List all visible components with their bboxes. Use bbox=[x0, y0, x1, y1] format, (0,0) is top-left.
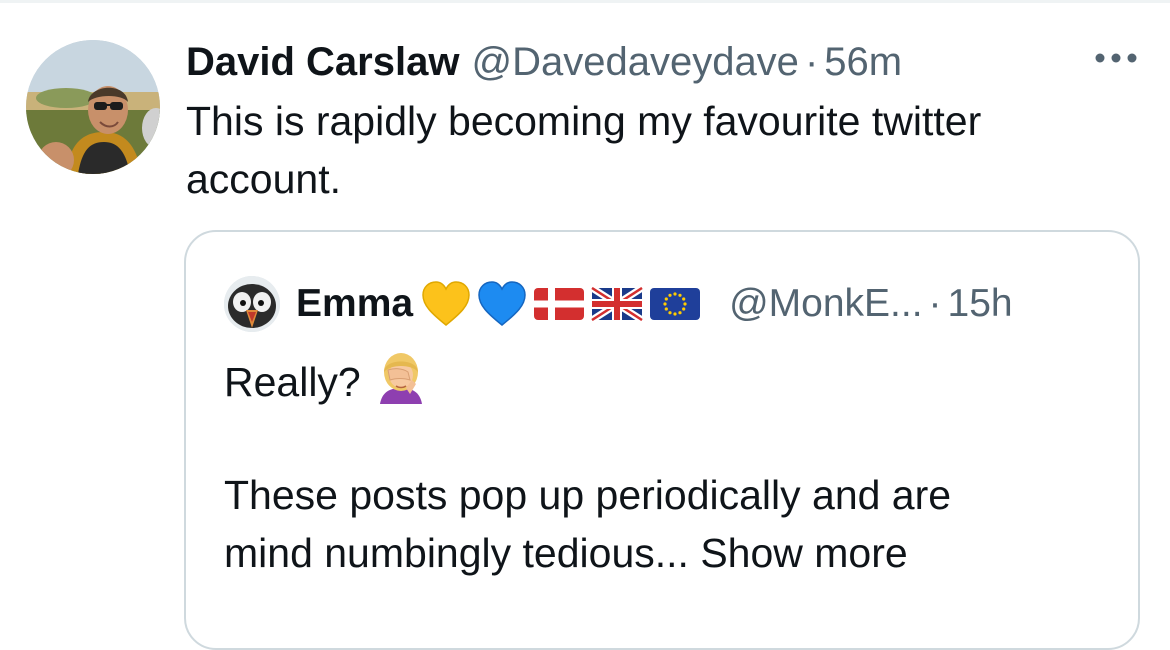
author-avatar[interactable] bbox=[26, 40, 160, 174]
uk-flag-icon bbox=[591, 287, 644, 321]
quoted-header-separator: · bbox=[928, 282, 942, 325]
header-separator: · bbox=[804, 40, 819, 84]
author-handle[interactable]: @Davedaveydave bbox=[471, 38, 798, 86]
quoted-tweet-header: Emma @MonkE... · 15h bbox=[296, 278, 1013, 330]
quoted-tweet-text: Really? These posts pop up periodically … bbox=[224, 350, 1104, 582]
quoted-tweet-card[interactable]: Emma @MonkE... · 15h Really? These posts… bbox=[184, 230, 1140, 650]
quoted-author-avatar[interactable] bbox=[224, 276, 280, 332]
quoted-text-line1: Really? bbox=[224, 359, 361, 405]
tweet-timestamp[interactable]: 56m bbox=[824, 38, 902, 86]
denmark-flag-icon bbox=[533, 287, 585, 321]
quoted-author-handle[interactable]: @MonkE... bbox=[729, 282, 922, 326]
quoted-text-line3: These posts pop up periodically and are bbox=[224, 472, 952, 518]
tweet[interactable]: David Carslaw @Davedaveydave · 56m This … bbox=[0, 0, 1170, 650]
more-horizontal-icon bbox=[1094, 51, 1138, 69]
quoted-text-line: mind numbingly tedious... Show more bbox=[224, 524, 1104, 582]
more-options-button[interactable] bbox=[1086, 40, 1146, 80]
quoted-text-line4: mind numbingly tedious... bbox=[224, 530, 689, 576]
author-name[interactable]: David Carslaw bbox=[186, 38, 459, 86]
show-more-link[interactable]: Show more bbox=[700, 530, 907, 576]
quoted-text-blank-line bbox=[224, 408, 1104, 466]
tweet-text-line: This is rapidly becoming my favourite tw… bbox=[186, 98, 982, 144]
quoted-tweet-timestamp[interactable]: 15h bbox=[948, 282, 1013, 326]
blue-heart-icon bbox=[477, 281, 527, 327]
tweet-text-line: account. bbox=[186, 156, 341, 202]
quoted-text-line: Really? bbox=[224, 350, 1104, 408]
yellow-heart-icon bbox=[421, 281, 471, 327]
quoted-author-name[interactable]: Emma bbox=[296, 282, 413, 326]
tweet-header: David Carslaw @Davedaveydave · 56m bbox=[186, 38, 902, 86]
tweet-text: This is rapidly becoming my favourite tw… bbox=[186, 92, 1106, 208]
eu-flag-icon bbox=[649, 287, 701, 321]
woman-facepalming-icon bbox=[372, 350, 430, 419]
